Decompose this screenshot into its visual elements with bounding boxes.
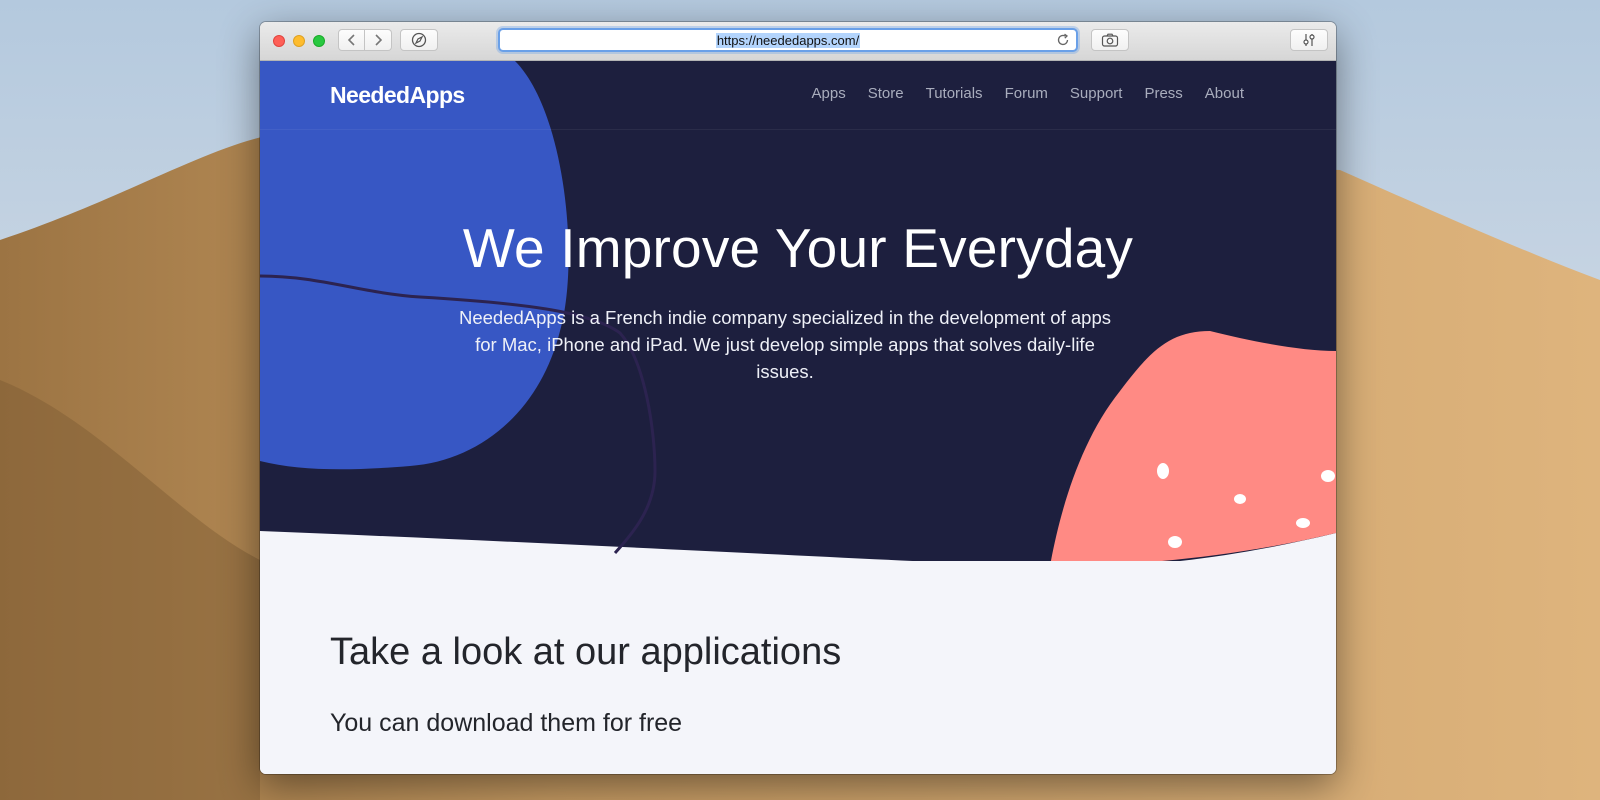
zoom-window-button[interactable]: [313, 35, 325, 47]
back-button[interactable]: [338, 29, 365, 51]
nav-link-support[interactable]: Support: [1070, 85, 1123, 102]
camera-icon: [1101, 33, 1119, 47]
nav-link-press[interactable]: Press: [1144, 85, 1182, 102]
address-url[interactable]: https://neededapps.com/: [715, 32, 861, 48]
reload-icon[interactable]: [1056, 33, 1070, 47]
web-page: NeededApps Apps Store Tutorials Forum Su…: [260, 61, 1336, 774]
compass-icon: [411, 32, 427, 48]
nav-link-store[interactable]: Store: [868, 85, 904, 102]
hero-section: NeededApps Apps Store Tutorials Forum Su…: [260, 61, 1336, 561]
nav-link-about[interactable]: About: [1205, 85, 1244, 102]
nav-link-apps[interactable]: Apps: [812, 85, 846, 102]
close-window-button[interactable]: [273, 35, 285, 47]
site-navbar: NeededApps Apps Store Tutorials Forum Su…: [260, 61, 1336, 130]
nav-link-tutorials[interactable]: Tutorials: [926, 85, 983, 102]
forward-icon: [375, 34, 383, 46]
nav-link-forum[interactable]: Forum: [1005, 85, 1048, 102]
extension-settings-button[interactable]: [1290, 29, 1328, 51]
browser-window: https://neededapps.com/ NeededApps Apps …: [260, 22, 1336, 774]
site-logo[interactable]: NeededApps: [330, 82, 465, 109]
forward-button[interactable]: [365, 29, 392, 51]
back-icon: [347, 34, 355, 46]
show-sidebar-compass-button[interactable]: [400, 29, 438, 51]
hero-description: NeededApps is a French indie company spe…: [458, 307, 1111, 382]
browser-toolbar: https://neededapps.com/: [260, 22, 1336, 61]
hero-title: We Improve Your Everyday: [462, 217, 1134, 279]
settings-sliders-icon: [1303, 34, 1315, 46]
apps-section-subtitle: You can download them for free: [330, 709, 683, 737]
minimize-window-button[interactable]: [293, 35, 305, 47]
apps-section-title: Take a look at our applications: [330, 631, 842, 673]
main-menu: Apps Store Tutorials Forum Support Press…: [790, 85, 1244, 102]
screenshot-button[interactable]: [1091, 29, 1129, 51]
address-bar[interactable]: https://neededapps.com/: [498, 28, 1078, 52]
